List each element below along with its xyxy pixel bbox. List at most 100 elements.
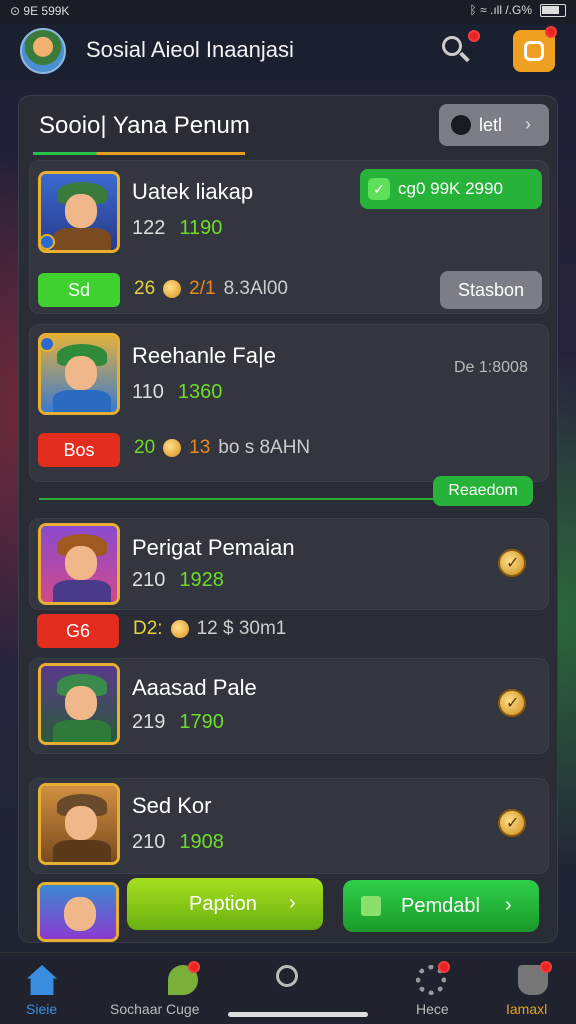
reward-b: 13 [189, 437, 211, 458]
stat-a: 210 [132, 831, 166, 853]
stat-a: 110 [132, 381, 164, 403]
check-icon: ✓ [368, 178, 390, 200]
player-tag: Sd [38, 273, 120, 307]
stat-a: 219 [132, 711, 166, 733]
notification-dot [188, 961, 200, 973]
notification-dot [545, 26, 557, 38]
nav-label: Sieie [26, 1001, 58, 1017]
player-card[interactable]: Reehanle Fa|e 110 1360 De 1:8008 Bos 20 1… [29, 324, 549, 482]
nav-item-settings[interactable]: Hece [400, 953, 460, 1024]
header-button-label: letl [479, 115, 503, 135]
player-portrait [38, 171, 120, 253]
notification-dot [438, 961, 450, 973]
stat-a: 122 [132, 217, 166, 239]
status-right: ᛒ ≈ .ıll /.G% [470, 3, 566, 17]
nav-item-rank[interactable]: Iamaxl [500, 953, 566, 1024]
date-text: De 1:8008 [454, 359, 528, 376]
verified-icon [498, 809, 526, 837]
panel-title: Sooio| Yana Penum [39, 112, 250, 139]
verified-icon [498, 689, 526, 717]
notification-dot [540, 961, 552, 973]
player-tag: G6 [37, 614, 119, 648]
reward-line: 26 2/1 8.3Al00 [134, 278, 288, 300]
download-icon [361, 896, 381, 916]
home-icon [27, 965, 57, 995]
option-button[interactable]: Paption › [127, 878, 323, 930]
player-portrait [38, 333, 120, 415]
divider [39, 498, 449, 500]
stat-b: 1190 [179, 217, 223, 239]
search-icon-handle [459, 51, 470, 63]
player-portrait [38, 523, 120, 605]
nav-item-social[interactable]: Sochaar Cuge [110, 953, 230, 1024]
chevron-right-icon: › [289, 892, 296, 914]
player-portrait [38, 783, 120, 865]
coin-icon [163, 439, 182, 457]
reward-a: D2: [133, 618, 163, 639]
status-bar: ⊙ 9E 599K ᛒ ≈ .ıll /.G% [0, 0, 576, 24]
player-stats: 110 1360 [132, 381, 222, 404]
reward-line: 20 13 bo s 8AHN [134, 437, 310, 459]
app-title: Sosial Aieol Inaanjasi [86, 37, 294, 62]
reward-a: 26 [134, 278, 156, 299]
download-button-label: Pemdabl [401, 895, 480, 917]
player-stats: 219 1790 [132, 711, 224, 734]
redeem-badge[interactable]: Reaedom [433, 476, 533, 506]
camera-button[interactable] [513, 26, 557, 72]
action-button[interactable]: Stasbon [440, 271, 542, 309]
nav-item-home[interactable]: Sieie [0, 953, 84, 1024]
app-bar: Sosial Aieol Inaanjasi [0, 24, 576, 80]
player-panel: Sooio| Yana Penum letl › Uatek liakap 12… [18, 95, 558, 943]
status-left-text: ⊙ 9E 599K [10, 4, 70, 18]
chevron-right-icon: › [505, 894, 512, 916]
status-chip[interactable]: ✓ cg0 99K 2990 [360, 169, 542, 209]
notification-dot [468, 30, 480, 42]
status-chip-text: cg0 99K 2990 [398, 179, 503, 198]
coin-icon [163, 280, 182, 298]
reward-c: 12 $ 30m1 [196, 618, 287, 639]
camera-icon [524, 41, 544, 61]
player-stats: 210 1928 [132, 569, 224, 592]
battery-icon [540, 3, 566, 17]
reward-b: 2/1 [189, 278, 216, 299]
reward-a: 20 [134, 437, 156, 458]
option-button-label: Paption [189, 893, 257, 915]
verified-icon [498, 549, 526, 577]
player-name: Aaasad Pale [132, 675, 257, 700]
player-name: Sed Kor [132, 793, 212, 818]
home-indicator[interactable] [228, 1012, 368, 1017]
player-stats: 122 1190 [132, 217, 222, 240]
player-card[interactable]: Perigat Pemaian 210 1928 [29, 518, 549, 610]
reward-line: D2: 12 $ 30m1 [133, 618, 286, 640]
header-button[interactable]: letl › [439, 104, 549, 146]
stat-b: 1790 [179, 711, 224, 733]
search-icon [276, 965, 298, 987]
reward-c: 8.3Al00 [223, 278, 289, 299]
download-button[interactable]: Pemdabl › [343, 880, 539, 932]
player-card[interactable]: Sed Kor 210 1908 [29, 778, 549, 874]
player-name: Reehanle Fa|e [132, 343, 276, 368]
arrow-circle-icon [451, 115, 471, 135]
reward-c: bo s 8AHN [218, 437, 311, 458]
player-portrait [38, 663, 120, 745]
panel-header: Sooio| Yana Penum letl › [19, 96, 559, 156]
rank-icon [41, 234, 55, 250]
player-stats: 210 1908 [132, 831, 224, 854]
rank-icon [41, 336, 55, 352]
tab-underline [33, 152, 245, 155]
search-button[interactable] [438, 30, 480, 70]
stat-b: 1360 [177, 381, 223, 403]
chevron-right-icon: › [525, 114, 531, 134]
player-portrait [37, 882, 119, 942]
player-card[interactable]: Uatek liakap 122 1190 ✓ cg0 99K 2990 Sd 2… [29, 160, 549, 314]
player-tag: Bos [38, 433, 120, 467]
status-right-text: ᛒ ≈ .ıll /.G% [469, 3, 532, 17]
stat-b: 1908 [179, 831, 224, 853]
avatar[interactable] [20, 28, 66, 74]
stat-a: 210 [132, 569, 166, 591]
coin-icon [170, 620, 189, 638]
stat-b: 1928 [179, 569, 224, 591]
nav-label: Hece [416, 1001, 449, 1017]
nav-label: Sochaar Cuge [110, 1001, 200, 1017]
player-card[interactable]: Aaasad Pale 219 1790 [29, 658, 549, 754]
